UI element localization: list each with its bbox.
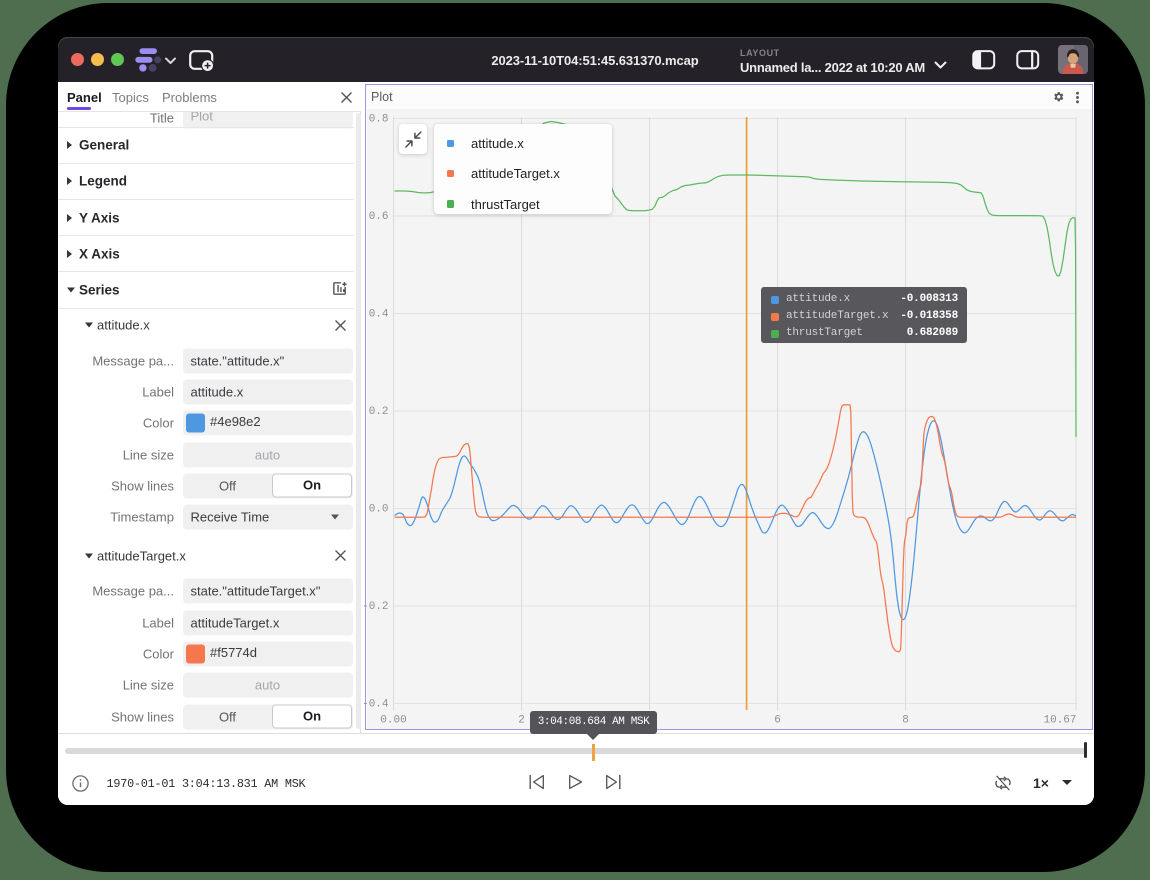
svg-text:0.00: 0.00	[380, 715, 406, 727]
svg-text:-0.4: -0.4	[362, 699, 389, 711]
svg-text:8: 8	[902, 715, 909, 727]
svg-text:0.4: 0.4	[369, 309, 389, 321]
svg-text:-0.2: -0.2	[362, 601, 388, 613]
svg-text:6: 6	[774, 715, 781, 727]
svg-text:2: 2	[518, 715, 525, 727]
svg-text:0.8: 0.8	[369, 114, 389, 126]
svg-text:0.0: 0.0	[369, 504, 389, 516]
svg-text:0.2: 0.2	[369, 406, 389, 418]
svg-text:0.6: 0.6	[369, 211, 389, 223]
svg-text:10.67: 10.67	[1043, 715, 1076, 727]
